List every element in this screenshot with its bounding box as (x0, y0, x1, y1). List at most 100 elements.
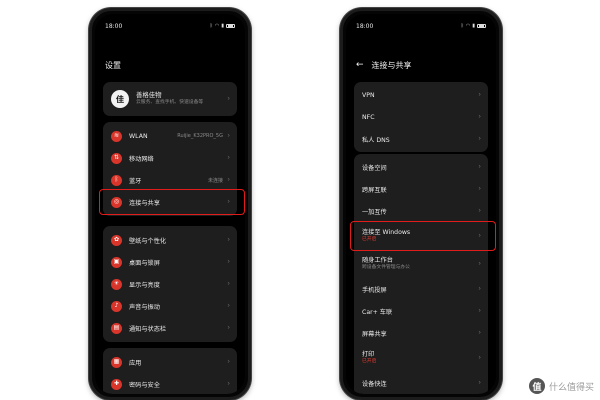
notification-statusbar-row[interactable]: ▤ 通知与状态栏 › (103, 317, 237, 339)
workbench-subtitle: 跨设备文件管理与办公 (362, 264, 410, 270)
chevron-right-icon: › (478, 328, 481, 337)
account-row[interactable]: 佳 善格佳物 云服务、查找手机、快速设备等 › (103, 82, 237, 116)
password-security-row[interactable]: ✚ 密码与安全 › (103, 373, 237, 394)
network-group: ≋ WLAN Ruijie_K32PRO_5G › ⇅ 移动网络 › ᛒ 蓝牙 … (103, 122, 237, 216)
left-screen: 18:00 ᛒ ◠ ▮ 设置 佳 善格佳物 云服务、查找手机、快速设备等 › ≋… (95, 14, 245, 394)
device-space-row[interactable]: 设备空间 › (354, 156, 488, 178)
print-label: 打印 (362, 350, 375, 358)
notification-statusbar-label: 通知与状态栏 (129, 325, 167, 333)
connect-windows-status: 已开启 (362, 236, 377, 242)
desktop-lockscreen-row[interactable]: ▣ 桌面与锁屏 › (103, 251, 237, 273)
watermark-logo-icon: 值 (528, 378, 545, 394)
chevron-right-icon: › (478, 231, 481, 240)
bluetooth-icon: ᛒ (111, 174, 122, 186)
sound-icon: ♪ (111, 300, 122, 312)
apps-row[interactable]: ▦ 应用 › (103, 351, 237, 373)
lock-icon: ✚ (111, 378, 122, 390)
nav-header: ← 连接与共享 (356, 60, 412, 71)
screen-cast-row[interactable]: 手机投屏 › (354, 278, 488, 300)
sound-vibration-row[interactable]: ♪ 声音与振动 › (103, 295, 237, 317)
screen-share-row[interactable]: 屏幕共享 › (354, 322, 488, 344)
status-time: 18:00 (105, 22, 123, 30)
status-time: 18:00 (356, 22, 374, 30)
display-brightness-label: 显示与亮度 (129, 281, 160, 289)
notification-icon: ▤ (111, 322, 122, 334)
chevron-right-icon: › (478, 259, 481, 268)
signal-icon: ⇅ (111, 152, 122, 164)
chevron-right-icon: › (478, 184, 481, 193)
private-dns-row[interactable]: 私人 DNS › (354, 128, 488, 150)
password-security-label: 密码与安全 (129, 381, 160, 389)
apps-icon: ▦ (111, 356, 122, 368)
watermark-text: 什么值得买 (548, 382, 594, 393)
mobile-network-label: 移动网络 (129, 155, 154, 163)
chevron-right-icon: › (478, 206, 481, 215)
mobile-network-row[interactable]: ⇅ 移动网络 › (103, 147, 237, 169)
left-phone: 18:00 ᛒ ◠ ▮ 设置 佳 善格佳物 云服务、查找手机、快速设备等 › ≋… (89, 8, 251, 400)
wifi-icon: ≋ (111, 130, 122, 142)
watermark: 值 什么值得买 (528, 378, 594, 394)
wlan-label: WLAN (129, 132, 148, 140)
sound-vibration-label: 声音与振动 (129, 303, 160, 311)
chevron-right-icon: › (227, 379, 230, 388)
account-subtitle: 云服务、查找手机、快速设备等 (136, 100, 204, 106)
car-connect-row[interactable]: Car+ 车联 › (354, 300, 488, 322)
wallpaper-label: 壁纸与个性化 (129, 237, 167, 245)
oneplus-transfer-row[interactable]: 一加互传 › (354, 200, 488, 222)
wallpaper-row[interactable]: ✿ 壁纸与个性化 › (103, 229, 237, 251)
screen-share-label: 屏幕共享 (362, 330, 387, 338)
car-connect-label: Car+ 车联 (362, 308, 393, 316)
connect-windows-row[interactable]: 连接至 Windows 已开启 › (354, 222, 488, 250)
bluetooth-label: 蓝牙 (129, 177, 142, 185)
workbench-row[interactable]: 随身工作台 跨设备文件管理与办公 › (354, 250, 488, 278)
cross-screen-row[interactable]: 跨屏互联 › (354, 178, 488, 200)
signal-status-icon: ▮ (472, 23, 475, 29)
chevron-right-icon: › (227, 323, 230, 332)
chevron-right-icon: › (478, 162, 481, 171)
workbench-label: 随身工作台 (362, 256, 393, 264)
chevron-right-icon: › (227, 357, 230, 366)
bluetooth-row[interactable]: ᛒ 蓝牙 未连接 › (103, 169, 237, 191)
screen-cast-label: 手机投屏 (362, 286, 387, 294)
print-row[interactable]: 打印 已开启 › (354, 344, 488, 372)
network-options-group: VPN › NFC › 私人 DNS › (354, 82, 488, 152)
private-dns-label: 私人 DNS (362, 136, 390, 144)
chevron-right-icon: › (227, 175, 230, 184)
cross-screen-label: 跨屏互联 (362, 186, 387, 194)
share-icon: ◎ (111, 196, 122, 208)
battery-icon (477, 24, 486, 28)
bluetooth-status-icon: ᛒ (460, 23, 464, 29)
chevron-right-icon: › (478, 134, 481, 143)
palette-icon: ✿ (111, 234, 122, 246)
chevron-right-icon: › (478, 284, 481, 293)
user-avatar: 佳 (111, 90, 129, 108)
page-title: 设置 (105, 61, 121, 70)
chevron-right-icon: › (227, 301, 230, 310)
chevron-right-icon: › (227, 235, 230, 244)
account-card: 佳 善格佳物 云服务、查找手机、快速设备等 › (103, 82, 237, 116)
chevron-right-icon: › (227, 153, 230, 162)
right-phone: 18:00 ᛒ ◠ ▮ ← 连接与共享 VPN › NFC › 私人 DNS ›… (340, 8, 502, 400)
chevron-right-icon: › (227, 279, 230, 288)
signal-status-icon: ▮ (221, 23, 224, 29)
device-space-label: 设备空间 (362, 164, 387, 172)
nfc-row[interactable]: NFC › (354, 106, 488, 128)
status-icons: ᛒ ◠ ▮ (461, 23, 486, 29)
display-group: ✿ 壁纸与个性化 › ▣ 桌面与锁屏 › ☀ 显示与亮度 › ♪ 声音与振动 ›… (103, 226, 237, 342)
status-bar: 18:00 ᛒ ◠ ▮ (356, 21, 486, 31)
connection-sharing-row[interactable]: ◎ 连接与共享 › (103, 191, 237, 213)
vpn-row[interactable]: VPN › (354, 84, 488, 106)
chevron-right-icon: › (227, 131, 230, 140)
wlan-row[interactable]: ≋ WLAN Ruijie_K32PRO_5G › (103, 125, 237, 147)
display-brightness-row[interactable]: ☀ 显示与亮度 › (103, 273, 237, 295)
quick-connect-row[interactable]: 设备快连 › (354, 372, 488, 394)
status-bar: 18:00 ᛒ ◠ ▮ (105, 21, 235, 31)
battery-icon (226, 24, 235, 28)
back-arrow-icon[interactable]: ← (356, 61, 364, 70)
chevron-right-icon: › (478, 306, 481, 315)
apps-label: 应用 (129, 359, 142, 367)
sharing-options-group: 设备空间 › 跨屏互联 › 一加互传 › 连接至 Windows 已开启 › 随… (354, 154, 488, 394)
wlan-value: Ruijie_K32PRO_5G (177, 133, 223, 139)
vpn-label: VPN (362, 91, 375, 99)
oneplus-transfer-label: 一加互传 (362, 208, 387, 216)
